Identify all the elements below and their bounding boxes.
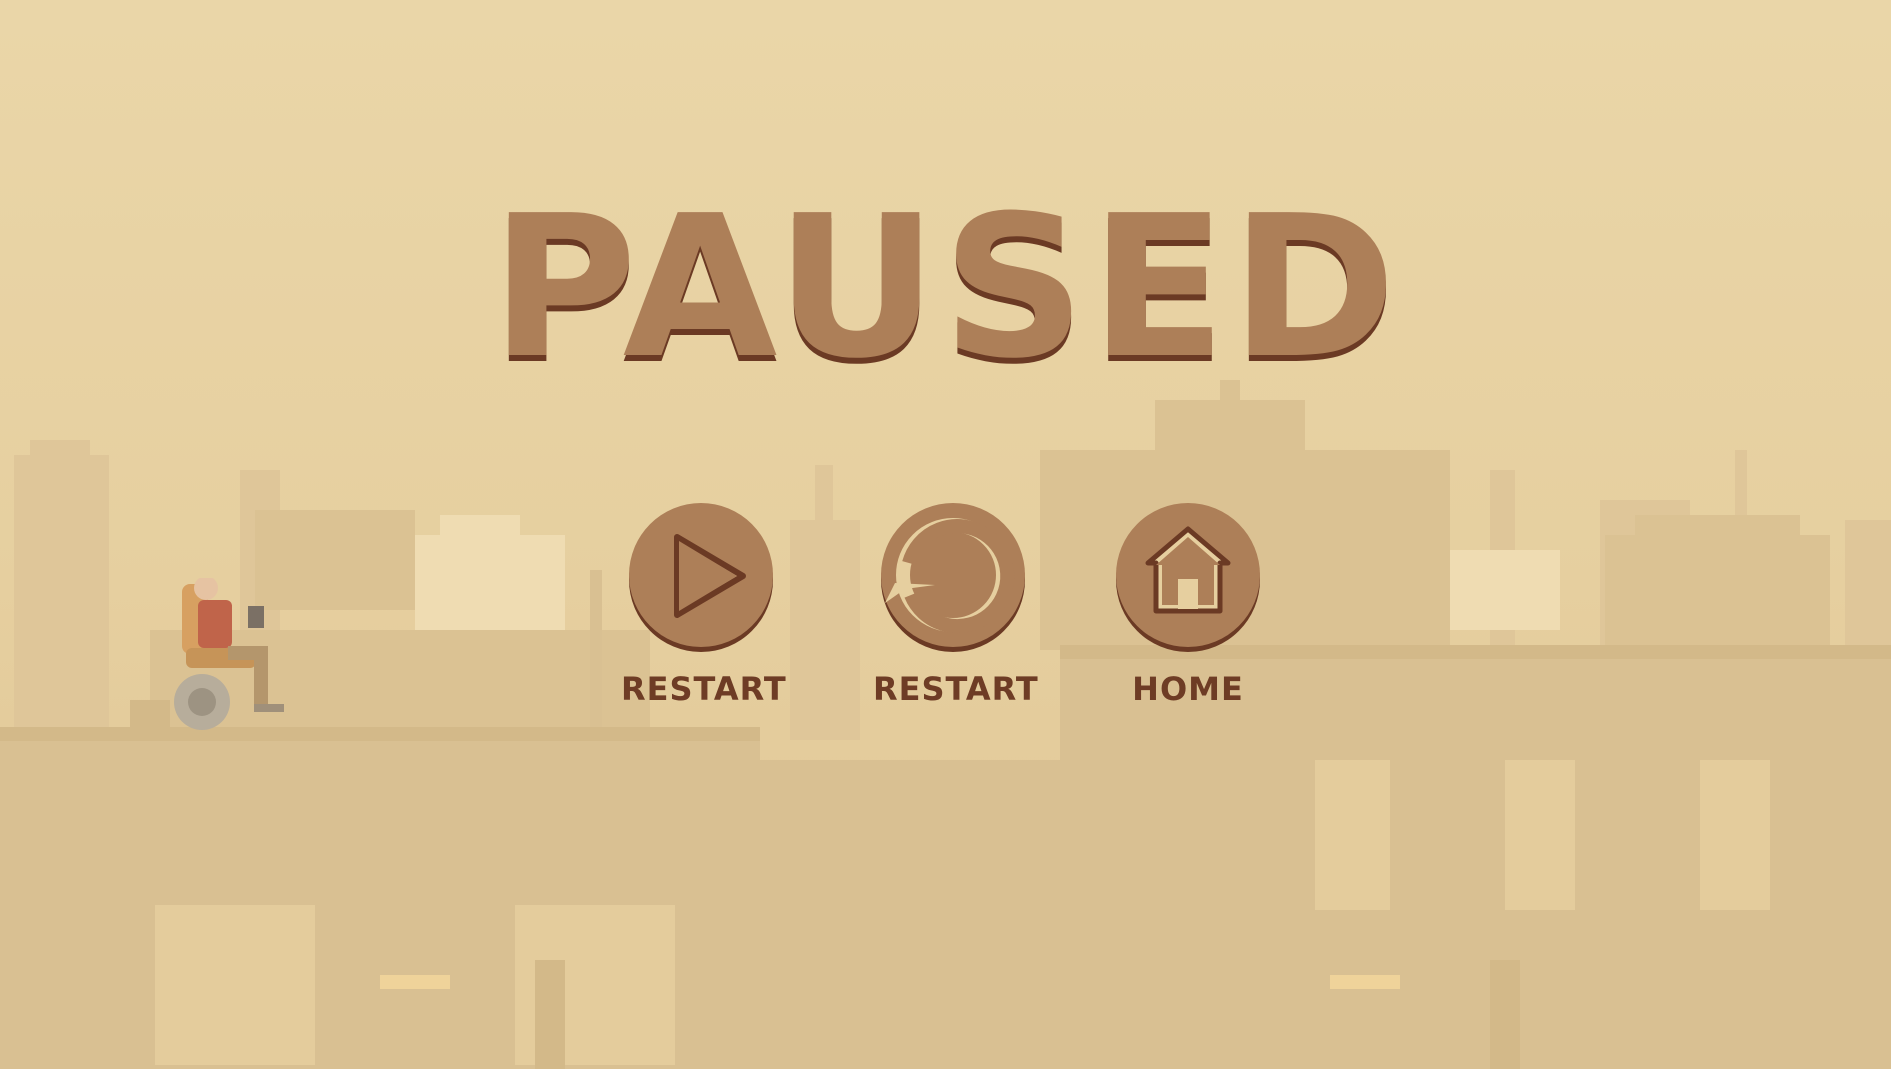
home-button[interactable]: HOME	[1108, 503, 1268, 713]
pause-screen: PAUSED RESTART RESTART HOME	[0, 0, 1891, 1069]
paused-title: PAUSED	[490, 174, 1401, 402]
restart-label: RESTART	[873, 670, 1039, 708]
home-label: HOME	[1132, 670, 1244, 708]
player-character-wheelchair	[174, 578, 284, 730]
play-icon	[674, 534, 746, 618]
resume-circle[interactable]	[629, 503, 773, 647]
restart-icon	[885, 518, 1015, 634]
home-circle[interactable]	[1116, 503, 1260, 647]
home-icon	[1145, 526, 1231, 614]
restart-circle[interactable]	[881, 503, 1025, 647]
resume-label: RESTART	[621, 670, 787, 708]
restart-button[interactable]: RESTART	[873, 503, 1039, 713]
resume-button[interactable]: RESTART	[621, 503, 787, 713]
